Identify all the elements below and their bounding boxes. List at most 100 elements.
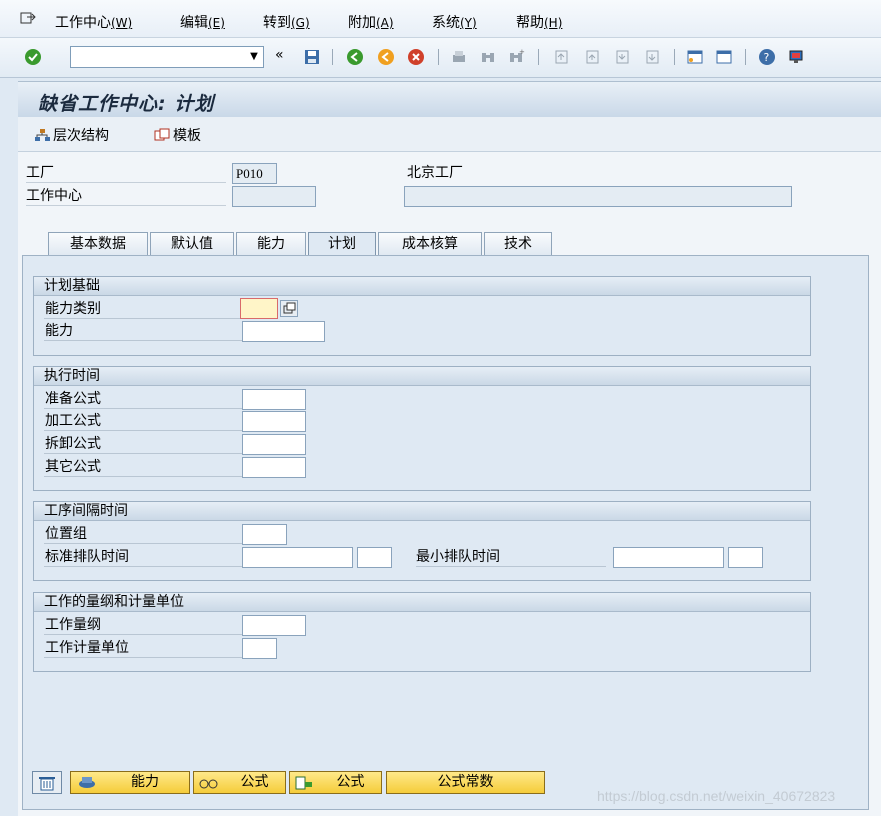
find-icon[interactable] — [479, 48, 497, 66]
tab-capacity[interactable]: 能力 — [236, 232, 306, 256]
menu-hotkey: (H) — [544, 16, 563, 30]
hierarchy-icon — [34, 128, 50, 146]
print-icon[interactable] — [450, 48, 468, 66]
tab-technical[interactable]: 技术 — [484, 232, 552, 256]
teardown-formula-label: 拆卸公式 — [44, 433, 242, 454]
capacity-category-label: 能力类别 — [44, 298, 242, 319]
exit-icon[interactable] — [377, 48, 395, 66]
glasses-icon — [198, 775, 220, 797]
menu-goto[interactable]: 转到(G) — [263, 12, 310, 32]
standard-queue-field[interactable] — [242, 547, 353, 568]
title-bar: 缺省工作中心: 计划 — [18, 81, 881, 117]
processing-formula-field[interactable] — [242, 411, 306, 432]
help-icon[interactable]: ? — [758, 48, 776, 66]
delete-button[interactable] — [32, 771, 62, 794]
work-unit-field[interactable] — [242, 638, 277, 659]
plant-label: 工厂 — [26, 162, 226, 183]
menu-help[interactable]: 帮助(H) — [516, 12, 562, 32]
group-title: 工序间隔时间 — [34, 502, 810, 521]
group-title: 工作的量纲和计量单位 — [34, 593, 810, 612]
standard-queue-unit-field[interactable] — [357, 547, 392, 568]
trash-icon — [37, 777, 57, 796]
menu-icon[interactable] — [20, 11, 36, 29]
menu-edit[interactable]: 编辑(E) — [180, 12, 225, 32]
location-group-field[interactable] — [242, 524, 287, 545]
menu-hotkey: (A) — [376, 16, 394, 30]
create-session-icon[interactable] — [686, 48, 704, 66]
chevron-down-icon[interactable]: ▼ — [245, 47, 263, 67]
formula-button-2-label: 公式 — [336, 774, 365, 790]
work-dimension-label: 工作量纲 — [44, 614, 242, 635]
next-page-icon[interactable] — [613, 48, 631, 66]
plant-field[interactable]: P010 — [232, 163, 277, 184]
find-next-icon[interactable]: + — [507, 48, 525, 66]
location-group-label: 位置组 — [44, 523, 242, 544]
menu-system[interactable]: 系统(Y) — [432, 12, 477, 32]
formula-constants-button[interactable]: 公式常数 — [386, 771, 545, 794]
min-queue-label: 最小排队时间 — [416, 546, 606, 567]
menu-label: 系统 — [432, 15, 460, 31]
watermark-text: https://blog.csdn.net/weixin_40672823 — [597, 788, 836, 804]
menu-label: 编辑 — [180, 15, 208, 31]
processing-formula-label: 加工公式 — [44, 410, 242, 431]
menu-hotkey: (E) — [208, 16, 225, 30]
menu-workcenter[interactable]: 工作中心(W) — [55, 12, 132, 32]
tab-default-values[interactable]: 默认值 — [150, 232, 234, 256]
other-formula-field[interactable] — [242, 457, 306, 478]
menu-label: 帮助 — [516, 15, 544, 31]
menu-hotkey: (Y) — [460, 16, 477, 30]
hierarchy-label: 层次结构 — [53, 128, 109, 144]
formula-button-1[interactable]: 公式 — [193, 771, 286, 794]
menu-bar: 工作中心(W) 编辑(E) 转到(G) 附加(A) 系统(Y) 帮助(H) — [0, 0, 881, 38]
teardown-formula-field[interactable] — [242, 434, 306, 455]
tab-scheduling[interactable]: 计划 — [308, 232, 376, 257]
menu-hotkey: (G) — [291, 16, 310, 30]
formula-edit-icon — [294, 775, 314, 798]
capacity-button-label: 能力 — [131, 774, 159, 790]
previous-page-icon[interactable] — [583, 48, 601, 66]
svg-text:+: + — [519, 48, 525, 56]
search-help-icon[interactable] — [280, 300, 298, 317]
standard-queue-label: 标准排队时间 — [44, 546, 242, 567]
setup-formula-label: 准备公式 — [44, 388, 242, 409]
page-title: 缺省工作中心: 计划 — [38, 93, 215, 115]
cancel-icon[interactable] — [407, 48, 425, 66]
group-title: 执行时间 — [34, 367, 810, 386]
first-page-icon[interactable] — [552, 48, 570, 66]
work-unit-label: 工作计量单位 — [44, 637, 242, 658]
hierarchy-button[interactable]: 层次结构 — [34, 125, 109, 146]
last-page-icon[interactable] — [643, 48, 661, 66]
tab-costing[interactable]: 成本核算 — [378, 232, 482, 256]
menu-label: 工作中心 — [55, 15, 111, 31]
application-toolbar: 层次结构 模板 — [18, 117, 881, 152]
command-field[interactable]: ▼ — [70, 46, 264, 68]
min-queue-unit-field[interactable] — [728, 547, 763, 568]
capacity-button[interactable]: 能力 — [70, 771, 190, 794]
tab-basic-data[interactable]: 基本数据 — [48, 232, 148, 256]
formula-button-2[interactable]: 公式 — [289, 771, 382, 794]
workcenter-label: 工作中心 — [26, 185, 226, 206]
standard-toolbar: ▼ « + ? — [0, 38, 881, 78]
menu-label: 附加 — [348, 15, 376, 31]
menu-label: 转到 — [263, 15, 291, 31]
template-icon — [154, 128, 170, 146]
capacity-field[interactable] — [242, 321, 325, 342]
template-button[interactable]: 模板 — [154, 125, 201, 146]
enter-check-icon[interactable] — [24, 48, 42, 66]
template-label: 模板 — [173, 128, 201, 144]
work-dimension-field[interactable] — [242, 615, 306, 636]
menu-hotkey: (W) — [111, 16, 133, 30]
save-icon[interactable] — [303, 48, 321, 66]
shortcut-icon[interactable] — [715, 48, 733, 66]
layout-menu-icon[interactable] — [787, 48, 805, 66]
back-arrows-icon[interactable]: « — [275, 47, 293, 65]
capacity-label: 能力 — [44, 320, 242, 341]
menu-extras[interactable]: 附加(A) — [348, 12, 394, 32]
other-formula-label: 其它公式 — [44, 456, 242, 477]
capacity-category-field[interactable] — [240, 298, 278, 319]
min-queue-field[interactable] — [613, 547, 724, 568]
plant-name-text: 北京工厂 — [407, 165, 463, 181]
back-icon[interactable] — [346, 48, 364, 66]
workcenter-field[interactable] — [232, 186, 316, 207]
setup-formula-field[interactable] — [242, 389, 306, 410]
